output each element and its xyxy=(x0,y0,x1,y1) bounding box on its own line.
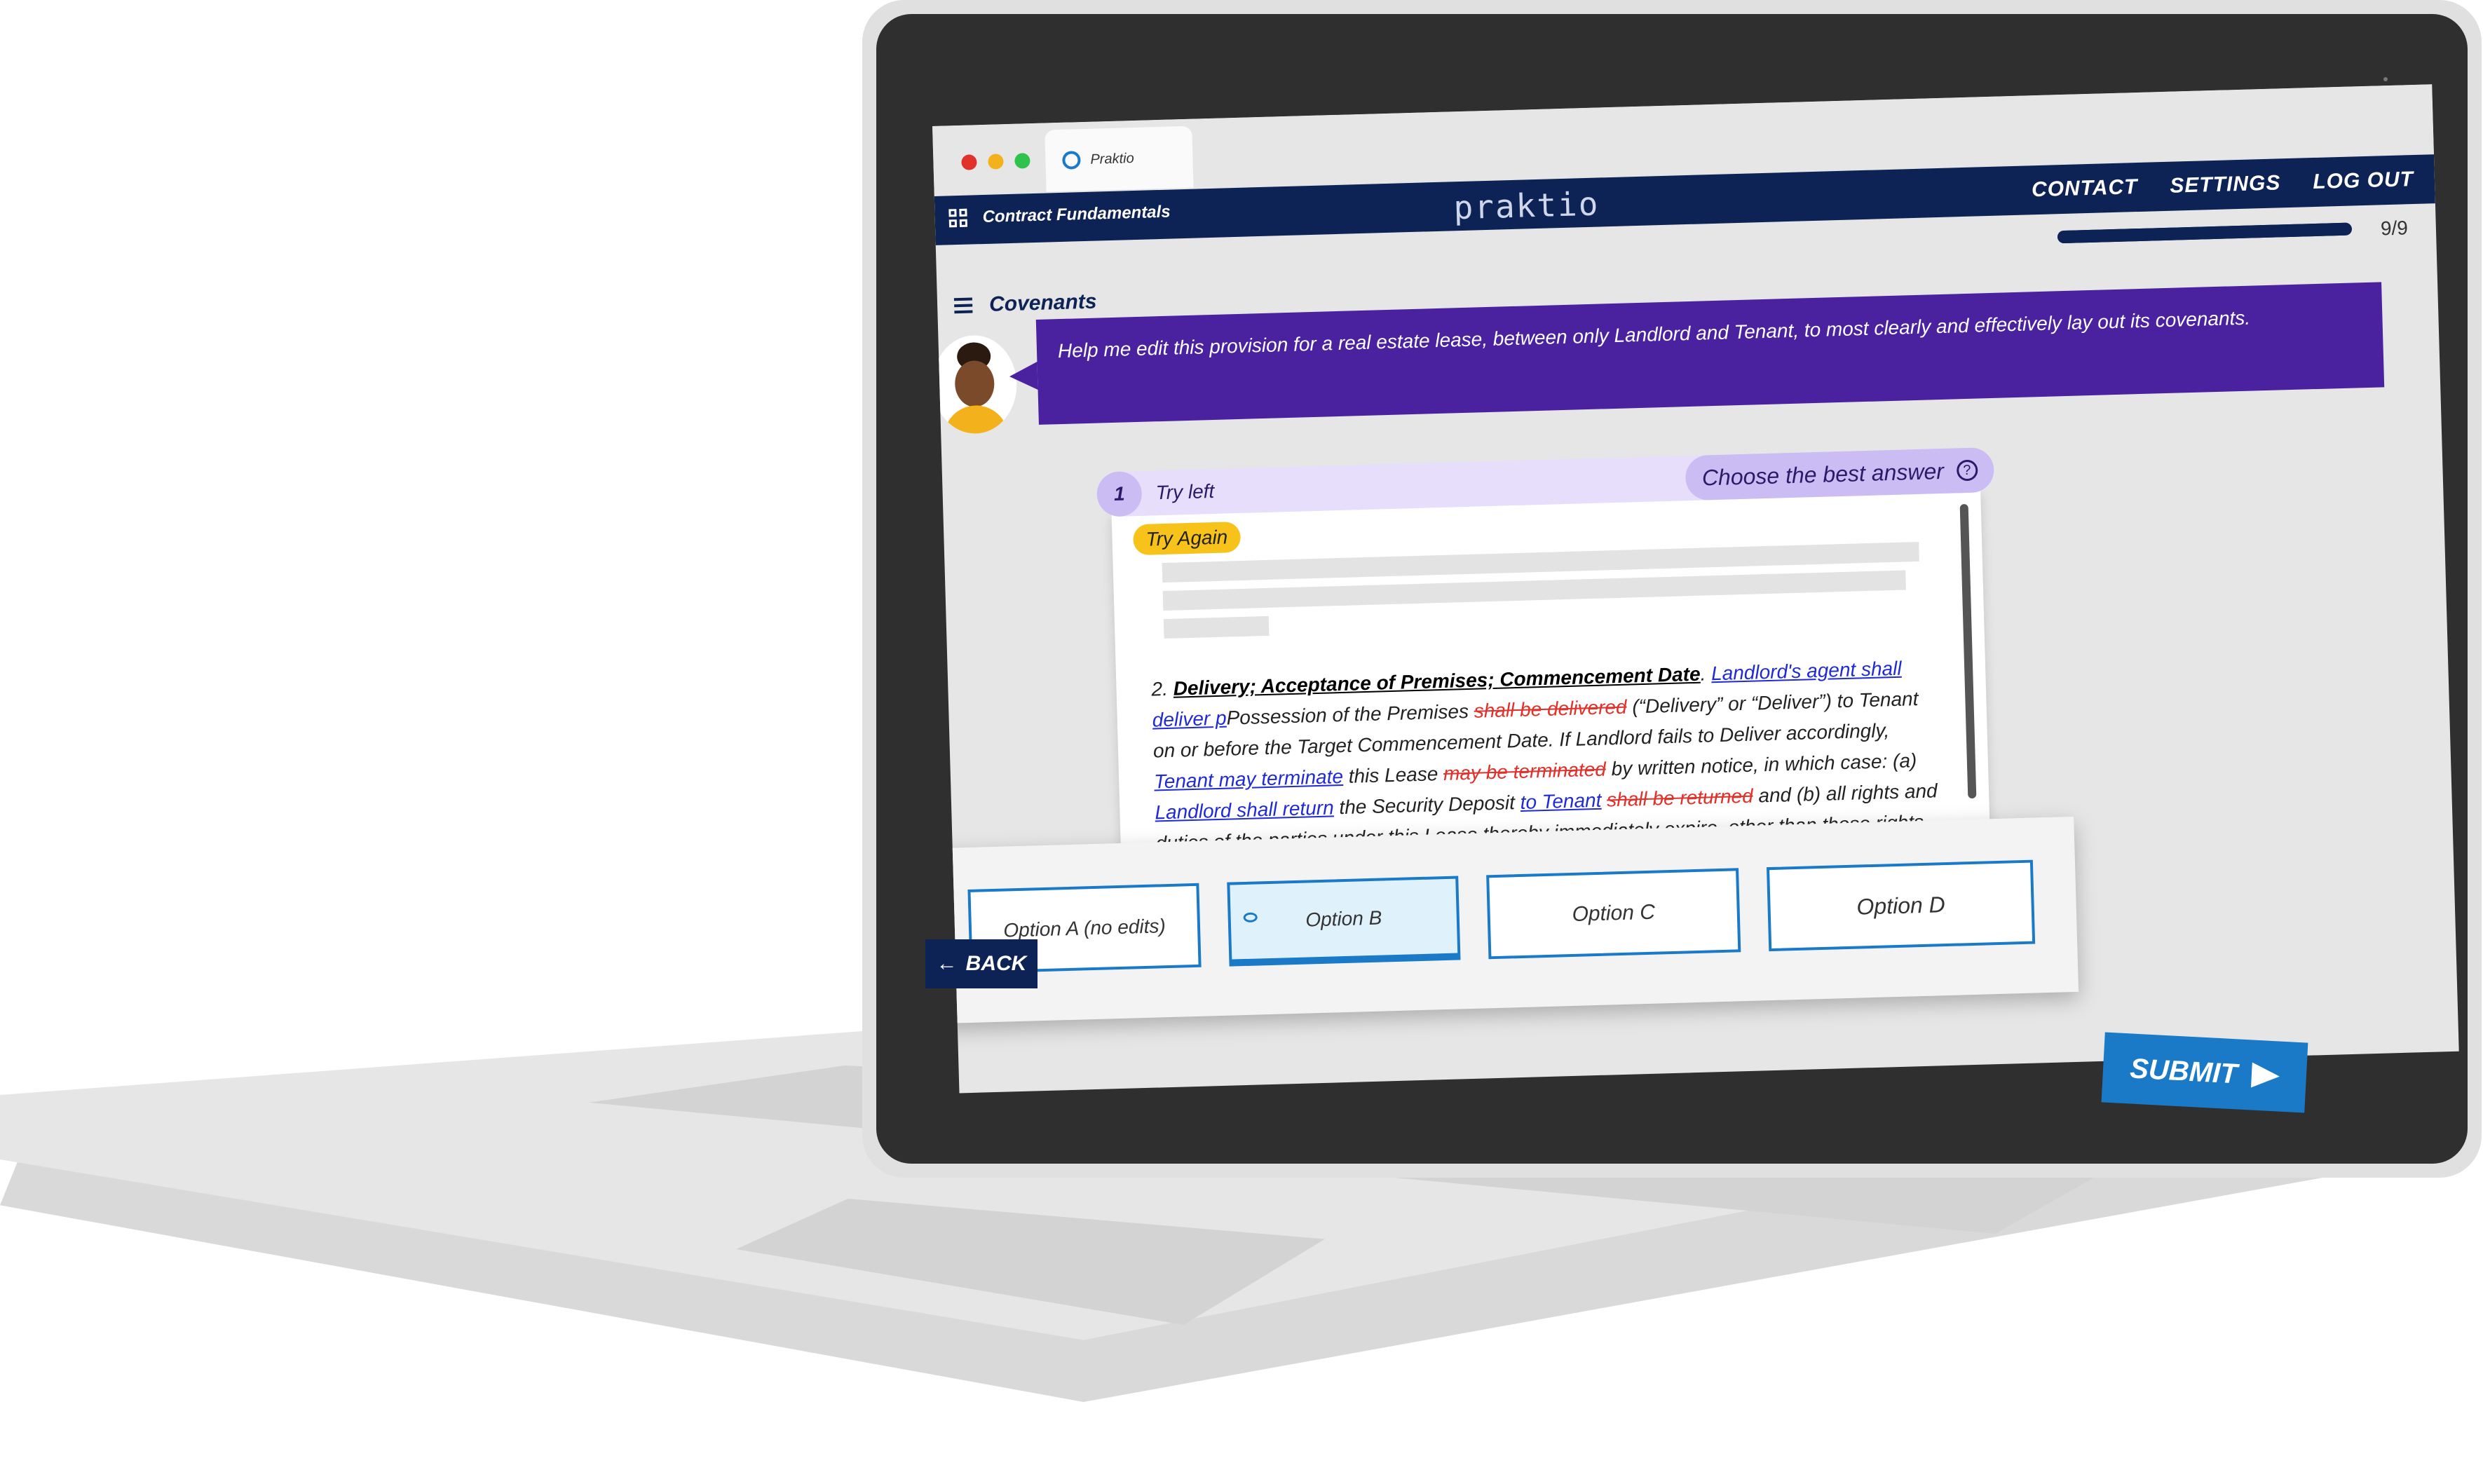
deleted-text: may be terminated xyxy=(1443,758,1607,784)
body-text: Possession of the Premises xyxy=(1226,700,1475,729)
body-text: by written notice, in which case: (a) xyxy=(1605,749,1917,780)
praktio-favicon-icon xyxy=(1062,151,1081,170)
body-text: . xyxy=(1700,662,1712,685)
body-text: the Security Deposit xyxy=(1333,791,1521,819)
inserted-text: to Tenant xyxy=(1520,789,1602,813)
logout-link[interactable]: LOG OUT xyxy=(2313,168,2414,194)
body-text: 2. xyxy=(1151,677,1174,700)
lesson-header: Covenants xyxy=(953,290,1097,318)
document-scrollbar[interactable] xyxy=(1959,503,1977,799)
back-button[interactable]: ← BACK xyxy=(925,939,1038,988)
instruction-label: Choose the best answer xyxy=(1701,458,1945,491)
deleted-text: shall be delivered xyxy=(1474,695,1627,722)
placeholder-line xyxy=(1163,615,1270,639)
prompt-bubble: Help me edit this provision for a real e… xyxy=(1035,282,2385,425)
send-arrow-icon xyxy=(2250,1062,2280,1089)
back-arrow-icon: ← xyxy=(936,952,958,975)
deleted-text: shall be returned xyxy=(1606,784,1754,811)
question-title: Try left xyxy=(1155,479,1215,504)
inserted-text: Tenant may terminate xyxy=(1153,765,1344,793)
brand-logo: praktio xyxy=(1453,184,1600,227)
minimize-window-icon[interactable] xyxy=(988,154,1004,170)
option-d-button[interactable]: Option D xyxy=(1766,859,2036,952)
document-panel: Try Again 2. Delivery; Acceptance of Pre… xyxy=(1111,489,1991,885)
progress-bar xyxy=(2057,222,2353,244)
eye-icon xyxy=(1243,912,1258,923)
question-number: 1 xyxy=(1096,470,1143,517)
progress-fill xyxy=(2057,222,2353,244)
inserted-text: Landlord shall return xyxy=(1155,796,1335,824)
progress-count: 9/9 xyxy=(2380,217,2409,240)
close-window-icon[interactable] xyxy=(961,154,977,170)
try-again-badge: Try Again xyxy=(1132,521,1241,556)
app-screen: Praktio Contract Fundamentals praktio CO… xyxy=(932,84,2459,1094)
submit-label: SUBMIT xyxy=(2129,1052,2238,1089)
section-heading: Delivery; Acceptance of Premises; Commen… xyxy=(1173,662,1701,700)
lesson-title: Covenants xyxy=(988,290,1097,316)
body-text: this Lease xyxy=(1342,763,1444,787)
tutor-avatar xyxy=(932,334,1019,435)
question-instruction: Choose the best answer ? xyxy=(1685,447,1995,501)
help-icon[interactable]: ? xyxy=(1956,459,1978,482)
grid-menu-icon[interactable] xyxy=(948,208,968,228)
options-panel: Option A (no edits) Option B Option C Op… xyxy=(932,816,2079,1024)
option-b-label: Option B xyxy=(1305,906,1382,931)
browser-tab[interactable]: Praktio xyxy=(1045,125,1194,192)
option-c-button[interactable]: Option C xyxy=(1486,868,1741,960)
list-icon[interactable] xyxy=(953,297,973,314)
submit-button[interactable]: SUBMIT xyxy=(2101,1032,2308,1113)
back-label: BACK xyxy=(965,952,1027,975)
tab-title: Praktio xyxy=(1090,150,1134,168)
course-title: Contract Fundamentals xyxy=(982,202,1171,227)
option-b-button[interactable]: Option B xyxy=(1227,876,1461,967)
maximize-window-icon[interactable] xyxy=(1014,153,1030,169)
settings-link[interactable]: SETTINGS xyxy=(2170,171,2281,198)
contact-link[interactable]: CONTACT xyxy=(2032,175,2138,202)
